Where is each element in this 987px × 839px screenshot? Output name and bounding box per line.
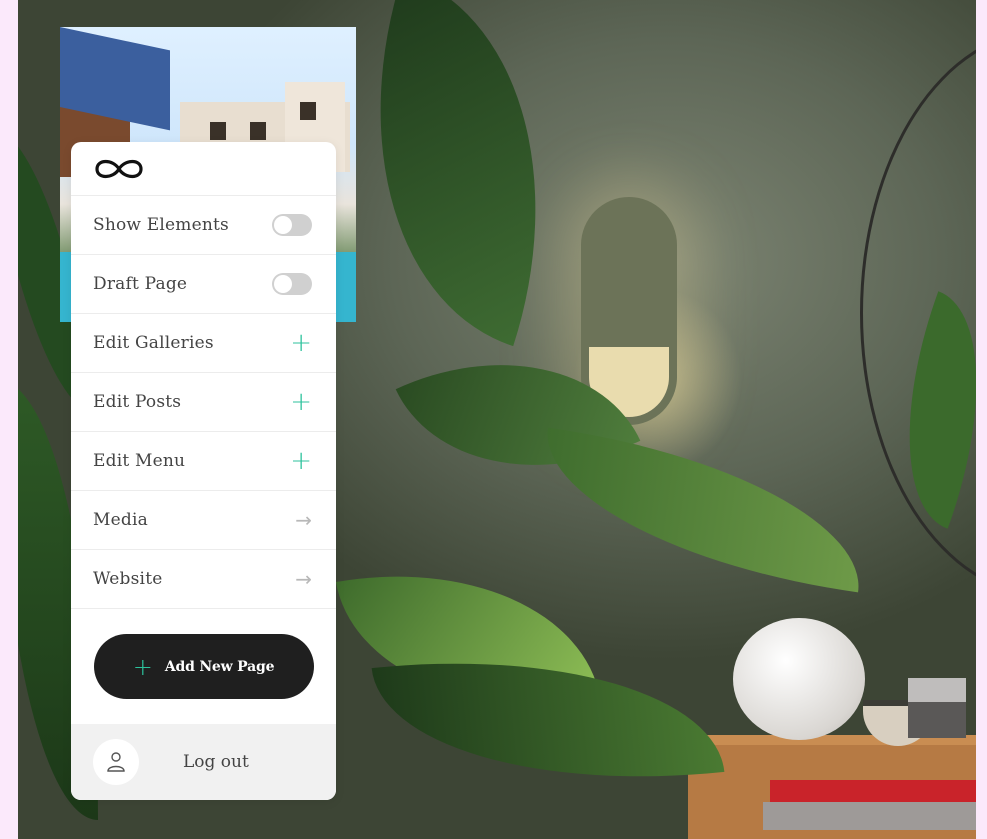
book [763, 802, 976, 830]
admin-menu-panel: Show Elements Draft Page Edit Galleries … [71, 142, 336, 800]
draft-page-toggle[interactable] [272, 273, 312, 295]
menu-logo[interactable] [71, 142, 336, 196]
menu-item-label: Media [93, 510, 148, 530]
menu-item-website[interactable]: Website → [71, 550, 336, 609]
show-elements-row[interactable]: Show Elements [71, 196, 336, 255]
menu-item-label: Edit Menu [93, 451, 186, 471]
plus-icon: + [132, 652, 153, 681]
menu-item-edit-menu[interactable]: Edit Menu + [71, 432, 336, 491]
arrow-right-icon: → [295, 508, 312, 532]
show-elements-toggle[interactable] [272, 214, 312, 236]
menu-item-label: Edit Galleries [93, 333, 214, 353]
add-new-page-button[interactable]: + Add New Page [93, 634, 314, 699]
arrow-right-icon: → [295, 567, 312, 591]
plus-icon[interactable]: + [290, 448, 312, 474]
logout-button[interactable]: Log out [71, 724, 336, 800]
menu-item-edit-posts[interactable]: Edit Posts + [71, 373, 336, 432]
user-icon [93, 739, 139, 785]
infinity-icon [95, 159, 143, 178]
menu-item-media[interactable]: Media → [71, 491, 336, 550]
draft-page-row[interactable]: Draft Page [71, 255, 336, 314]
plus-icon[interactable]: + [290, 389, 312, 415]
menu-item-edit-galleries[interactable]: Edit Galleries + [71, 314, 336, 373]
add-new-page-label: Add New Page [164, 658, 275, 675]
plant-leaf [531, 427, 875, 593]
add-page-section: + Add New Page [71, 609, 336, 724]
menu-item-label: Show Elements [93, 215, 229, 235]
plus-icon[interactable]: + [290, 330, 312, 356]
menu-item-label: Website [93, 569, 163, 589]
menu-item-label: Edit Posts [93, 392, 182, 412]
logout-label: Log out [183, 752, 249, 772]
menu-item-label: Draft Page [93, 274, 188, 294]
plant-pot [908, 678, 966, 738]
white-vase [733, 618, 865, 740]
book [770, 780, 976, 802]
